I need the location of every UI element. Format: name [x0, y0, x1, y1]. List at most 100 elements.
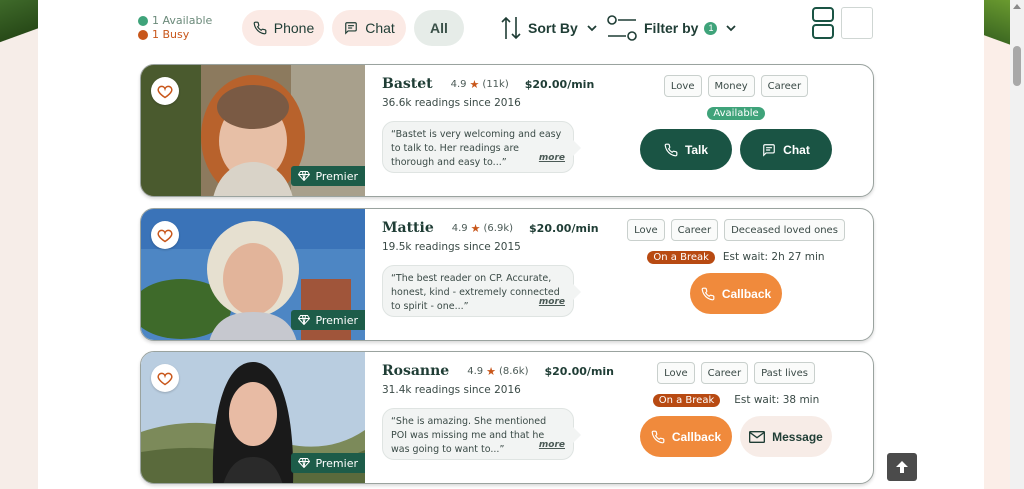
filter-all-label: All: [430, 20, 448, 36]
premier-badge: Premier: [291, 166, 365, 186]
legend-busy: 1 Busy: [152, 28, 190, 41]
availability-row: Available: [611, 105, 861, 121]
filter-toolbar: 1 Available 1 Busy Phone Chat All Sort B…: [138, 7, 878, 46]
chat-icon: [343, 20, 359, 36]
reader-card[interactable]: Premier Mattie 4.9 ★ (6.9k) $20.00/min 19.…: [140, 208, 874, 341]
status-badge: Available: [707, 106, 765, 120]
phone-icon: [701, 287, 715, 300]
star-icon: ★: [469, 77, 480, 91]
reader-readings-count: 19.5k readings since 2015: [382, 241, 521, 253]
talk-button[interactable]: Talk: [640, 129, 732, 170]
review-quote-text: “She is amazing. She mentioned POI was m…: [391, 416, 547, 455]
review-quote-text: “The best reader on CP. Accurate, honest…: [391, 273, 560, 312]
heart-icon: [157, 372, 173, 385]
filter-phone-label: Phone: [273, 20, 315, 36]
reader-photo[interactable]: Premier: [141, 352, 365, 483]
premier-label: Premier: [315, 169, 358, 183]
favorite-heart-button[interactable]: [151, 77, 179, 105]
review-quote-text: “Bastet is very welcoming and easy to ta…: [391, 129, 562, 168]
page-background-left: [0, 0, 38, 489]
rating-value: 4.9: [450, 78, 467, 90]
reader-readings-count: 36.6k readings since 2016: [382, 97, 521, 109]
talk-button-label: Talk: [684, 142, 709, 157]
review-quote-bubble: “She is amazing. She mentioned POI was m…: [382, 408, 581, 460]
more-link[interactable]: more: [539, 151, 565, 165]
scroll-up-arrow-icon[interactable]: [1013, 4, 1021, 9]
filter-by-label: Filter by: [644, 20, 699, 36]
more-link[interactable]: more: [539, 438, 565, 452]
reader-actions: Love Money Career Available Talk Chat: [611, 75, 861, 170]
specialty-tags: Love Career Past lives: [611, 362, 861, 384]
specialty-tag: Career: [700, 362, 749, 384]
reader-info: Bastet 4.9 ★ (11k) $20.00/min 36.6k readin…: [382, 75, 642, 173]
star-icon: ★: [486, 364, 496, 378]
sort-by-dropdown[interactable]: Sort By: [500, 10, 600, 46]
diamond-icon: [298, 171, 311, 181]
reader-name[interactable]: Bastet: [382, 76, 433, 92]
status-badge: On a Break: [647, 250, 715, 264]
availability-row: On a Break Est wait: 2h 27 min: [611, 249, 861, 265]
list-view-toggle-icon[interactable]: [812, 7, 834, 39]
filter-count-badge: 1: [704, 21, 718, 35]
diamond-icon: [298, 315, 311, 325]
reader-photo[interactable]: Premier: [141, 209, 365, 340]
phone-icon: [252, 20, 268, 36]
review-count: (11k): [482, 78, 509, 90]
premier-badge: Premier: [291, 310, 365, 330]
review-quote-bubble: “Bastet is very welcoming and easy to ta…: [382, 121, 581, 173]
specialty-tag: Career: [670, 219, 719, 241]
reader-rating: 4.9 ★ (11k): [451, 78, 509, 91]
reader-name[interactable]: Rosanne: [382, 363, 449, 379]
arrow-up-icon: [896, 461, 908, 473]
review-count: (8.6k): [498, 365, 529, 377]
scroll-to-top-button[interactable]: [887, 453, 917, 481]
reader-price: $20.00/min: [524, 77, 595, 91]
filter-chat-button[interactable]: Chat: [332, 10, 406, 46]
diamond-icon: [298, 458, 311, 468]
availability-row: On a Break Est wait: 38 min: [611, 392, 861, 408]
favorite-heart-button[interactable]: [151, 221, 179, 249]
available-dot-icon: [138, 16, 148, 26]
scroll-thumb[interactable]: [1013, 46, 1021, 86]
reader-photo[interactable]: Premier: [141, 65, 365, 196]
reader-card[interactable]: Premier Rosanne 4.9 ★ (8.6k) $20.00/min 31…: [140, 351, 874, 484]
sort-arrows-icon: [500, 15, 522, 41]
phone-icon: [651, 430, 665, 443]
filter-by-dropdown[interactable]: Filter by 1: [606, 10, 739, 46]
more-link[interactable]: more: [539, 295, 565, 309]
sort-by-label: Sort By: [528, 20, 578, 36]
chat-button[interactable]: Chat: [740, 129, 832, 170]
contact-buttons: Talk Chat: [611, 129, 861, 170]
decorative-leaf: [0, 0, 38, 46]
grid-view-toggle-icon[interactable]: [841, 7, 873, 39]
specialty-tag: Love: [627, 219, 665, 241]
reader-rating: 4.9 ★ (6.9k): [452, 222, 513, 235]
premier-label: Premier: [315, 313, 358, 327]
availability-legend: 1 Available 1 Busy: [138, 14, 212, 42]
page-scrollbar[interactable]: [1010, 0, 1024, 489]
contact-buttons: Callback: [611, 273, 861, 314]
review-quote-bubble: “The best reader on CP. Accurate, honest…: [382, 265, 581, 317]
heart-icon: [157, 229, 173, 242]
chevron-down-icon: [723, 20, 739, 36]
filter-phone-button[interactable]: Phone: [242, 10, 324, 46]
specialty-tags: Love Money Career: [611, 75, 861, 97]
busy-dot-icon: [138, 30, 148, 40]
callback-button[interactable]: Callback: [640, 416, 732, 457]
favorite-heart-button[interactable]: [151, 364, 179, 392]
message-button[interactable]: Message: [740, 416, 832, 457]
premier-badge: Premier: [291, 453, 365, 473]
contact-buttons: Callback Message: [611, 416, 861, 457]
reader-name[interactable]: Mattie: [382, 220, 434, 236]
specialty-tag: Love: [663, 75, 702, 97]
callback-button[interactable]: Callback: [690, 273, 782, 314]
estimated-wait: Est wait: 38 min: [734, 394, 820, 406]
rating-value: 4.9: [451, 222, 468, 234]
readers-panel: 1 Available 1 Busy Phone Chat All Sort B…: [38, 0, 984, 489]
reader-card[interactable]: Premier Bastet 4.9 ★ (11k) $20.00/min 36.6…: [140, 64, 874, 197]
star-icon: ★: [470, 221, 481, 235]
filter-chat-label: Chat: [365, 20, 395, 36]
reader-info: Rosanne 4.9 ★ (8.6k) $20.00/min 31.4k read…: [382, 362, 642, 460]
chat-button-label: Chat: [783, 142, 810, 157]
filter-all-button[interactable]: All: [414, 10, 464, 46]
